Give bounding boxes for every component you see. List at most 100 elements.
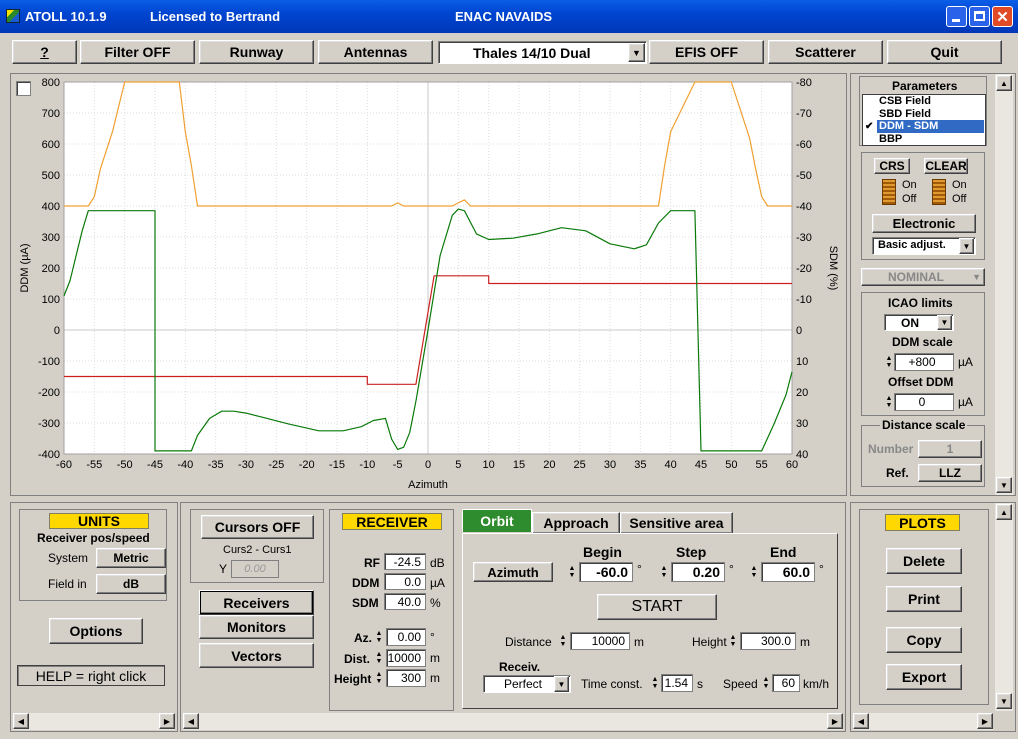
timeconst-field[interactable]: 1.54 <box>661 674 693 692</box>
chevron-down-icon[interactable]: ▼ <box>554 676 569 692</box>
ref-button[interactable]: LLZ <box>918 464 982 482</box>
icao-title: ICAO limits <box>888 296 953 310</box>
params-list-item[interactable]: ✔ DDM - SDM <box>863 120 985 133</box>
receivers-button[interactable]: Receivers <box>199 590 314 615</box>
close-button[interactable]: ✕ <box>992 6 1013 27</box>
antennas-button[interactable]: Antennas <box>318 40 433 64</box>
options-button[interactable]: Options <box>49 618 143 644</box>
scroll-right-icon[interactable]: ▶ <box>977 713 993 729</box>
scroll-left-icon[interactable]: ◀ <box>183 713 199 729</box>
params-list-item[interactable]: CSB Field <box>863 95 985 108</box>
step-field[interactable]: 0.20 <box>671 562 725 582</box>
scroll-right-icon[interactable]: ▶ <box>159 713 175 729</box>
scroll-left-icon[interactable]: ◀ <box>853 713 869 729</box>
plots-hscrollbar[interactable]: ◀ ▶ <box>853 713 993 730</box>
help-button[interactable]: ? <box>12 40 77 64</box>
right-panel-scrollbar[interactable]: ▲ ▼ <box>995 74 1013 495</box>
control-panel: Cursors OFF Curs2 - Curs1 Y 0.00 Receive… <box>180 502 846 732</box>
scroll-left-icon[interactable]: ◀ <box>13 713 29 729</box>
filter-button[interactable]: Filter OFF <box>80 40 195 64</box>
scroll-up-icon[interactable]: ▲ <box>996 75 1012 91</box>
y-tick-label: 300 <box>42 232 60 244</box>
clear-toggle[interactable] <box>932 179 946 205</box>
control-scrollbar[interactable]: ◀ ▶ <box>183 713 843 730</box>
speed-spinner[interactable]: ▲ ▼ <box>761 674 771 692</box>
height-field[interactable]: 300 <box>386 669 426 687</box>
system-select[interactable]: Thales 14/10 Dual ▼ <box>438 41 647 64</box>
chevron-down-icon[interactable]: ▼ <box>628 43 645 62</box>
crs-button[interactable]: CRS <box>874 158 910 174</box>
efis-button[interactable]: EFIS OFF <box>649 40 764 64</box>
monitors-button[interactable]: Monitors <box>199 615 314 639</box>
params-list-item[interactable]: BBP <box>863 133 985 146</box>
height-orbit-field[interactable]: 300.0 <box>740 632 796 650</box>
distance-spinner[interactable]: ▲ ▼ <box>558 632 568 650</box>
scatterer-button[interactable]: Scatterer <box>768 40 883 64</box>
step-spinner[interactable]: ▲ ▼ <box>659 562 669 582</box>
minimize-button[interactable] <box>946 6 967 27</box>
sensitive-area-tab[interactable]: Sensitive area <box>620 512 733 533</box>
adjust-select[interactable]: Basic adjust. ▼ <box>872 237 976 255</box>
az-spinner[interactable]: ▲ ▼ <box>374 628 384 646</box>
quit-button[interactable]: Quit <box>887 40 1002 64</box>
cursors-button[interactable]: Cursors OFF <box>201 515 314 539</box>
end-field[interactable]: 60.0 <box>761 562 815 582</box>
end-spinner[interactable]: ▲ ▼ <box>749 562 759 582</box>
nominal-select[interactable]: NOMINAL ▼ <box>861 268 985 286</box>
params-list-item[interactable]: SBD Field <box>863 108 985 121</box>
chart-panel: -60 -55 -50 -45 -40 -35 -30 -25 -20 -15 -10 -5 0 5 10 1… <box>10 73 847 496</box>
params-list[interactable]: CSB Field SBD Field ✔ DDM - SDM BBP <box>862 94 986 146</box>
ddm-scale-input[interactable]: +800 <box>894 353 954 371</box>
timeconst-spinner[interactable]: ▲ ▼ <box>650 674 660 692</box>
ddm-label: DDM <box>352 576 380 590</box>
timeconst-unit: s <box>697 677 703 691</box>
receiv-select[interactable]: Perfect ▼ <box>483 675 571 693</box>
offset-ddm-spinner[interactable]: ▲ ▼ <box>884 393 894 411</box>
plots-scrollbar[interactable]: ▲ ▼ <box>995 503 1013 711</box>
field-button[interactable]: dB <box>96 574 166 594</box>
scroll-right-icon[interactable]: ▶ <box>827 713 843 729</box>
distance-field[interactable]: 10000 <box>570 632 630 650</box>
speed-field[interactable]: 60 <box>772 674 800 692</box>
electronic-button[interactable]: Electronic <box>872 214 976 233</box>
params-item-label: DDM - SDM <box>877 120 984 133</box>
maximize-button[interactable] <box>969 6 990 27</box>
chart: -60 -55 -50 -45 -40 -35 -30 -25 -20 -15 -10 -5 0 5 10 1… <box>19 77 839 491</box>
units-scrollbar[interactable]: ◀ ▶ <box>13 713 175 730</box>
orbit-tab[interactable]: Orbit <box>462 509 532 532</box>
scroll-up-icon[interactable]: ▲ <box>996 504 1012 520</box>
scroll-down-icon[interactable]: ▼ <box>996 477 1012 493</box>
az-field[interactable]: 0.00 <box>386 628 426 646</box>
height-orbit-spinner[interactable]: ▲ ▼ <box>728 632 738 650</box>
approach-tab[interactable]: Approach <box>532 512 620 533</box>
begin-field[interactable]: -60.0 <box>579 562 633 582</box>
params-group: Parameters CSB Field SBD Field ✔ DDM - SDM B… <box>859 76 987 146</box>
begin-spinner[interactable]: ▲ ▼ <box>567 562 577 582</box>
runway-button[interactable]: Runway <box>199 40 314 64</box>
chevron-down-icon[interactable]: ▼ <box>959 238 974 254</box>
export-button[interactable]: Export <box>886 664 962 690</box>
x-tick-label: -30 <box>238 459 254 471</box>
offset-ddm-input[interactable]: 0 <box>894 393 954 411</box>
chevron-down-icon[interactable]: ▼ <box>937 315 952 330</box>
height-spinner[interactable]: ▲ ▼ <box>374 669 384 687</box>
dist-field[interactable]: 10000 <box>386 649 426 667</box>
print-button[interactable]: Print <box>886 586 962 612</box>
system-button[interactable]: Metric <box>96 548 166 568</box>
start-button[interactable]: START <box>597 594 717 620</box>
copy-button[interactable]: Copy <box>886 627 962 653</box>
scroll-down-icon[interactable]: ▼ <box>996 693 1012 709</box>
system-select-value: Thales 14/10 Dual <box>473 45 591 61</box>
azimuth-button[interactable]: Azimuth <box>473 562 553 582</box>
params-item-label: SBD Field <box>879 107 931 120</box>
icao-select[interactable]: ON ▼ <box>884 314 954 331</box>
orbit-tab-content: Azimuth Begin ▲ ▼ -60.0 ° Step ▲ ▼ 0.20 ° … <box>462 533 838 709</box>
x-tick-label: 40 <box>665 459 677 471</box>
delete-button[interactable]: Delete <box>886 548 962 574</box>
vectors-button[interactable]: Vectors <box>199 643 314 668</box>
number-button[interactable]: 1 <box>918 440 982 458</box>
dist-spinner[interactable]: ▲ ▼ <box>374 649 384 667</box>
clear-button[interactable]: CLEAR <box>924 158 968 174</box>
ddm-scale-spinner[interactable]: ▲ ▼ <box>884 353 894 371</box>
crs-toggle[interactable] <box>882 179 896 205</box>
